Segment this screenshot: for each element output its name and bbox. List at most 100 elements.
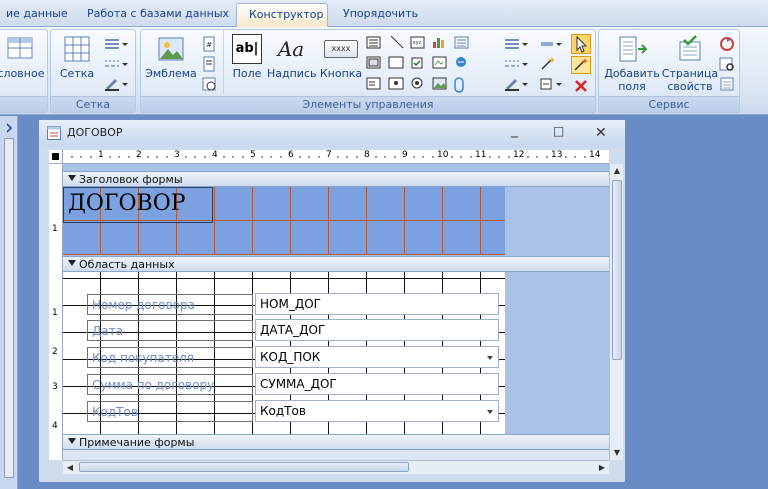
line-type-icon[interactable]: [103, 56, 129, 72]
ruler-h-num: 12: [513, 150, 525, 160]
minimize-button[interactable]: _: [511, 122, 518, 138]
date-time-icon[interactable]: [201, 76, 217, 92]
horizontal-scrollbar[interactable]: ◀ ▶: [63, 460, 609, 474]
close-button[interactable]: ✕: [595, 125, 607, 141]
vertical-scroll-thumb[interactable]: [612, 180, 622, 360]
label-control-label: Надпись: [267, 67, 317, 80]
label-customer-code[interactable]: Код покупателя: [87, 347, 253, 368]
form-selector[interactable]: [49, 150, 63, 164]
label-contract-number[interactable]: Номер договора: [87, 294, 253, 315]
label-contract-sum[interactable]: Сумма по договору: [87, 374, 253, 395]
combobox-customer-code[interactable]: КОД_ПОК: [255, 346, 499, 368]
add-fields-label: Добавить поля: [604, 67, 660, 93]
line-color-icon[interactable]: [103, 76, 129, 92]
list-box-icon: [454, 36, 469, 49]
insert-activex-icon[interactable]: [539, 76, 563, 92]
expand-nav-icon[interactable]: [3, 122, 15, 134]
property-sheet-button[interactable]: Страница свойств: [661, 34, 719, 93]
maximize-button[interactable]: □: [553, 124, 564, 138]
tab-designer[interactable]: Конструктор: [236, 3, 328, 27]
controls-gallery[interactable]: xyz: [365, 34, 493, 94]
group-label-tools: Сервис: [599, 96, 739, 112]
svg-text:xyz: xyz: [413, 40, 422, 46]
object-frame-icon: [432, 56, 447, 69]
textbox-contract-sum[interactable]: СУММА_ДОГ: [255, 373, 499, 395]
ruler-v-num: 1: [52, 224, 58, 234]
logo-button[interactable]: Эмблема: [145, 34, 197, 80]
vertical-scrollbar[interactable]: ▲ ▼: [609, 164, 623, 460]
dropdown-arrow-icon[interactable]: [487, 356, 493, 360]
horizontal-ruler: 1 2 3 4 5 6 7 8 9 10 11 12 13 14: [63, 150, 609, 164]
tab-database-tools[interactable]: Работа с базами данных: [75, 3, 241, 27]
ruler-h-num: 14: [589, 150, 601, 160]
field-control-button[interactable]: ab| Поле: [229, 34, 265, 80]
conditional-format-icon: [7, 37, 33, 59]
navigation-pane-collapsed[interactable]: [0, 116, 18, 489]
ruler-v-num: 3: [52, 382, 58, 392]
combobox-product-code[interactable]: КодТов: [255, 400, 499, 422]
label-date[interactable]: Дата: [87, 320, 253, 341]
logo-icon: [158, 37, 184, 61]
form-design-window: ДОГОВОР _ □ ✕ 1 2 3 4 5 6 7 8 9 10 11 12…: [38, 119, 626, 483]
group-tools: Добавить поля Страница свойств Сервис: [598, 29, 740, 113]
label-product-code[interactable]: КодТов: [87, 401, 253, 422]
section-bar-header[interactable]: Заголовок формы: [63, 171, 609, 187]
ruler-h-num: 11: [475, 150, 487, 160]
grid-button[interactable]: Сетка: [55, 34, 99, 80]
delete-control-icon[interactable]: [573, 78, 589, 94]
textbox-date[interactable]: ДАТА_ДОГ: [255, 319, 499, 341]
ruler-h-num: 9: [402, 150, 408, 160]
subform-icon: [366, 56, 381, 69]
option-button-icon: [411, 77, 423, 89]
select-pointer-icon[interactable]: [571, 34, 591, 54]
tab-external-data[interactable]: ие данные: [0, 3, 80, 27]
group-label-conditional: [0, 96, 47, 112]
tab-order-icon[interactable]: [719, 36, 735, 52]
header-title-label[interactable]: ДОГОВОР: [63, 187, 213, 223]
logo-label: Эмблема: [145, 67, 197, 80]
separator: [223, 30, 224, 94]
chart-icon: [433, 38, 444, 48]
group-conditional: словное: [0, 29, 48, 113]
line-color-control-icon[interactable]: [503, 76, 529, 92]
option-group-icon: [388, 77, 404, 90]
add-fields-button[interactable]: Добавить поля: [601, 34, 663, 93]
property-wizard-icon[interactable]: [539, 56, 563, 72]
form-title: ДОГОВОР: [67, 126, 123, 139]
line-thickness-control-icon[interactable]: [503, 36, 529, 52]
command-button-icon: xxxx: [324, 40, 358, 58]
convert-macros-icon[interactable]: [719, 76, 735, 92]
line-type-control-icon[interactable]: [503, 56, 529, 72]
section-bar-detail[interactable]: Область данных: [63, 256, 609, 272]
form-footer-section[interactable]: [63, 450, 609, 460]
section-bar-footer[interactable]: Примечание формы: [63, 434, 609, 450]
scroll-up-icon[interactable]: ▲: [611, 164, 623, 178]
ruler-v-num: 1: [52, 308, 58, 318]
hyperlink-icon: [454, 77, 464, 93]
ruler-v-num: 2: [52, 347, 58, 357]
view-code-icon[interactable]: [719, 56, 735, 72]
control-wizards-icon[interactable]: [571, 56, 591, 74]
line-thickness-icon[interactable]: [103, 36, 129, 52]
tab-arrange[interactable]: Упорядочить: [331, 3, 430, 27]
scroll-right-icon[interactable]: ▶: [595, 461, 609, 474]
scroll-down-icon[interactable]: ▼: [611, 446, 623, 460]
command-button-control[interactable]: xxxx Кнопка: [319, 34, 363, 80]
label-control-button[interactable]: Aa Надпись: [267, 34, 317, 80]
conditional-format-button[interactable]: словное: [0, 34, 45, 80]
dropdown-arrow-icon[interactable]: [487, 410, 493, 414]
combo-box-icon: [366, 77, 381, 90]
scroll-left-icon[interactable]: ◀: [63, 461, 77, 474]
title-icon[interactable]: [201, 56, 217, 72]
svg-text:#: #: [206, 41, 212, 49]
conditional-format-label: словное: [0, 67, 45, 80]
grid-icon: [64, 36, 90, 62]
page-number-icon[interactable]: #: [201, 36, 217, 52]
form-design-surface[interactable]: Заголовок формы ДОГОВОР Область данных Н…: [63, 164, 609, 460]
horizontal-scroll-thumb[interactable]: [79, 462, 409, 472]
nav-scrollbar[interactable]: [4, 138, 14, 478]
textbox-contract-number[interactable]: НОМ_ДОГ: [255, 293, 499, 315]
special-effect-icon[interactable]: [539, 36, 563, 52]
group-label-controls: Элементы управления: [141, 96, 595, 112]
ruler-h-num: 2: [136, 150, 142, 160]
